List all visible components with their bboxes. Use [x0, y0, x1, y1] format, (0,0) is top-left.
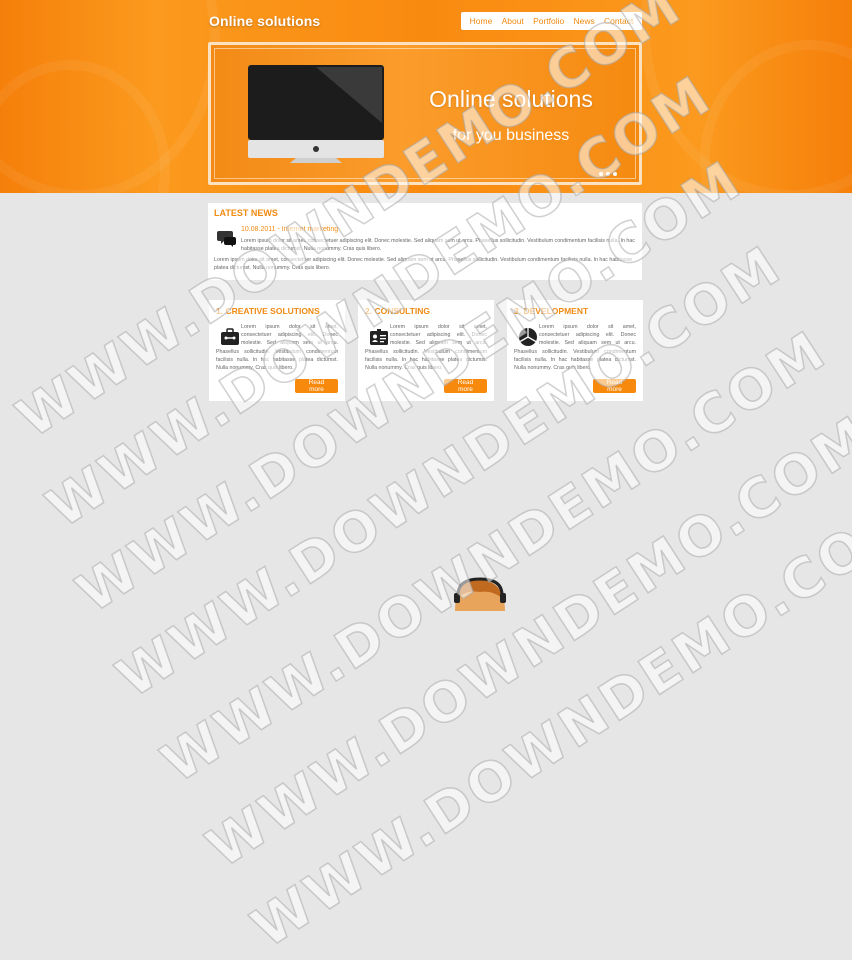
nav-news[interactable]: News	[574, 16, 595, 26]
slider-title: Online solutions	[429, 86, 593, 112]
slider-dot-3[interactable]	[613, 172, 617, 176]
site-logo[interactable]: Online solutions	[209, 13, 320, 29]
nav-portfolio[interactable]: Portfolio	[533, 16, 564, 26]
main-nav: Home About Portfolio News Contact	[461, 12, 642, 30]
slider-dot-1[interactable]	[599, 172, 603, 176]
news-meta[interactable]: 10.08.2011 - Internet marketing	[241, 226, 338, 233]
support-avatar	[454, 577, 506, 611]
news-paragraph-1: Lorem ipsum dolor sit amet, consectetuer…	[241, 238, 635, 252]
read-more-button[interactable]: Read more	[295, 379, 338, 393]
read-more-button[interactable]: Read more	[444, 379, 487, 393]
news-heading: LATEST NEWS	[214, 208, 278, 218]
card-development: 3. DEVELOPMENT Lorem ipsum dolor sit ame…	[507, 300, 643, 401]
card-consulting: 2. CONSULTING Lorem ipsum dolor sit amet…	[358, 300, 494, 401]
card-creative-solutions: 1. CREATIVE SOLUTIONS Lorem ipsum dolor …	[209, 300, 345, 401]
pie-chart-icon	[519, 328, 537, 346]
card-title: 2. CONSULTING	[365, 306, 431, 316]
briefcase-icon	[221, 328, 239, 345]
slider-subtitle: for you business	[452, 127, 570, 144]
slider-dot-2[interactable]	[606, 172, 610, 176]
nav-about[interactable]: About	[502, 16, 524, 26]
slider-pager	[599, 172, 617, 176]
hero-slider: Online solutions for you business	[208, 42, 642, 185]
card-title: 3. DEVELOPMENT	[514, 306, 589, 316]
id-card-icon	[370, 329, 388, 345]
watermark-text: WWW.DOWNDEMO.COM	[195, 402, 852, 880]
latest-news: LATEST NEWS 10.08.2011 - Internet market…	[208, 203, 642, 280]
nav-contact[interactable]: Contact	[604, 16, 633, 26]
monitor-image	[248, 65, 384, 163]
news-paragraph-2: Lorem ipsum dolor sit amet, consectetuer…	[214, 257, 633, 271]
read-more-button[interactable]: Read more	[593, 379, 636, 393]
card-title: 1. CREATIVE SOLUTIONS	[216, 306, 320, 316]
chat-bubble-icon	[217, 231, 236, 247]
watermark-text: WWW.DOWNDEMO.COM	[240, 482, 852, 960]
nav-home[interactable]: Home	[470, 16, 493, 26]
